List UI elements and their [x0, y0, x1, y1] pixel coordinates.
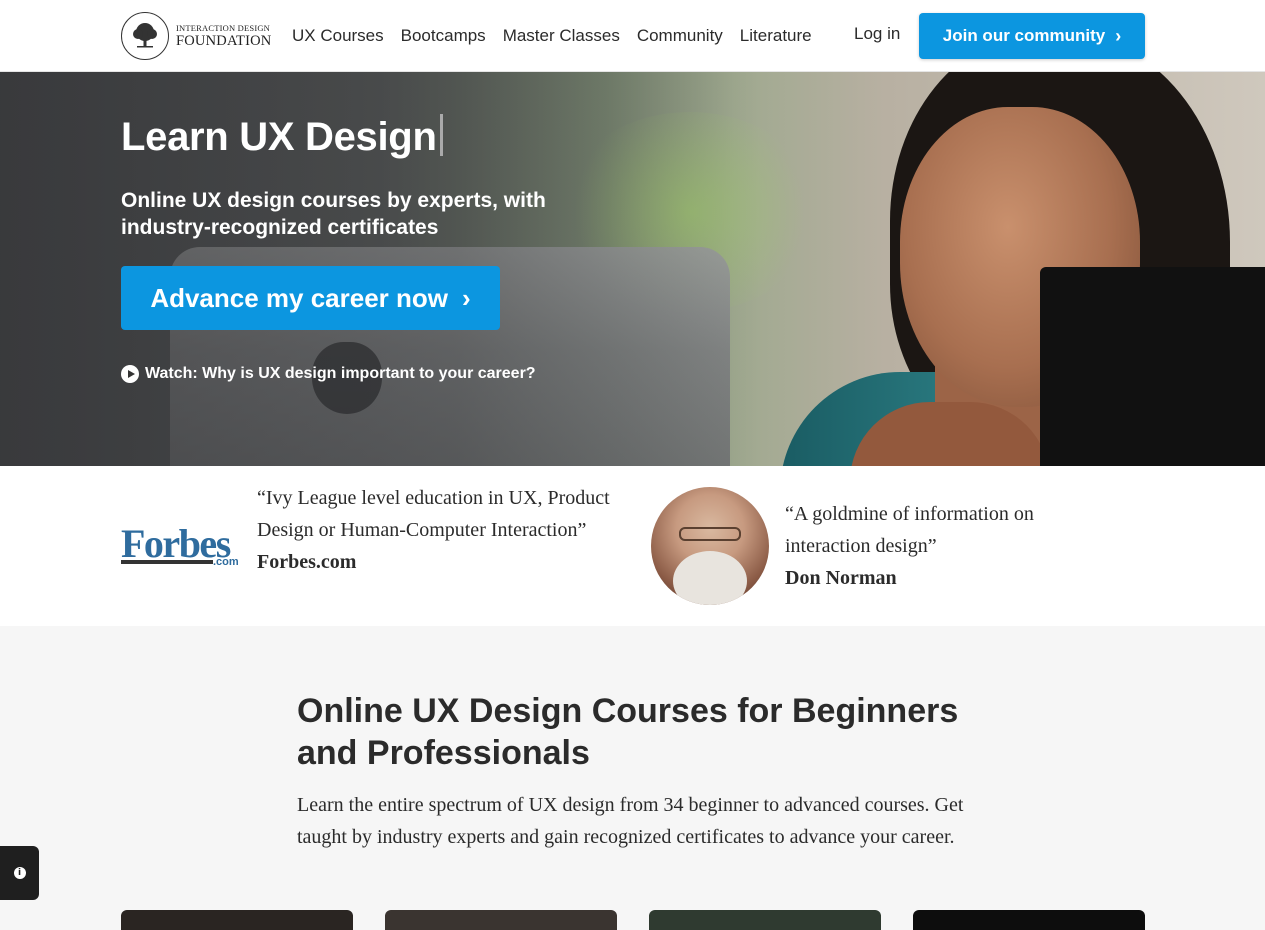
chevron-right-icon: › — [1115, 25, 1122, 46]
hero-subtitle: Online UX design courses by experts, wit… — [121, 189, 546, 239]
info-button[interactable]: i — [0, 846, 39, 900]
info-icon: i — [13, 867, 26, 879]
hero-banner: Learn UX Design Online UX design courses… — [0, 72, 1265, 466]
watch-video-link[interactable]: Watch: Why is UX design important to you… — [121, 365, 536, 383]
nav-literature[interactable]: Literature — [740, 26, 812, 46]
course-card[interactable] — [121, 910, 353, 930]
testimonial-source: Don Norman — [785, 567, 897, 589]
testimonial-quote: “A goldmine of information on interactio… — [785, 503, 1034, 557]
login-link[interactable]: Log in — [854, 24, 900, 44]
play-icon — [121, 365, 139, 383]
logo-line2: FOUNDATION — [176, 33, 272, 49]
courses-section-title: Online UX Design Courses for Beginners a… — [297, 692, 959, 772]
course-card[interactable] — [913, 910, 1145, 930]
advance-career-button[interactable]: Advance my career now › — [121, 266, 500, 330]
logo[interactable]: INTERACTION DESIGN FOUNDATION — [121, 11, 271, 61]
join-community-label: Join our community — [942, 26, 1106, 45]
don-norman-testimonial: “A goldmine of information on interactio… — [785, 498, 1115, 594]
nav-bootcamps[interactable]: Bootcamps — [401, 26, 486, 46]
course-card[interactable] — [649, 910, 881, 930]
don-norman-avatar — [651, 487, 769, 605]
typing-caret — [439, 114, 443, 156]
forbes-logo: Forbes .com — [121, 521, 239, 568]
testimonials-strip: Forbes .com “Ivy League level education … — [0, 466, 1265, 626]
tree-logo-icon — [121, 12, 169, 60]
testimonial-source: Forbes.com — [257, 551, 357, 573]
advance-career-label: Advance my career now — [150, 282, 449, 313]
courses-section-description: Learn the entire spectrum of UX design f… — [297, 794, 964, 848]
main-nav: UX Courses Bootcamps Master Classes Comm… — [292, 0, 829, 72]
join-community-button[interactable]: Join our community › — [919, 13, 1145, 59]
nav-community[interactable]: Community — [637, 26, 723, 46]
forbes-testimonial: “Ivy League level education in UX, Produ… — [257, 482, 617, 578]
watch-video-label: Watch: Why is UX design important to you… — [145, 365, 536, 382]
course-card[interactable] — [385, 910, 617, 930]
logo-line1: INTERACTION DESIGN — [176, 22, 271, 33]
testimonial-quote: “Ivy League level education in UX, Produ… — [257, 487, 610, 541]
hero-title: Learn UX Design — [121, 114, 443, 160]
chevron-right-icon: › — [462, 282, 471, 313]
nav-ux-courses[interactable]: UX Courses — [292, 26, 384, 46]
hero-photo-side-monitor — [1040, 267, 1265, 466]
site-header: INTERACTION DESIGN FOUNDATION UX Courses… — [0, 0, 1265, 72]
nav-master-classes[interactable]: Master Classes — [503, 26, 620, 46]
